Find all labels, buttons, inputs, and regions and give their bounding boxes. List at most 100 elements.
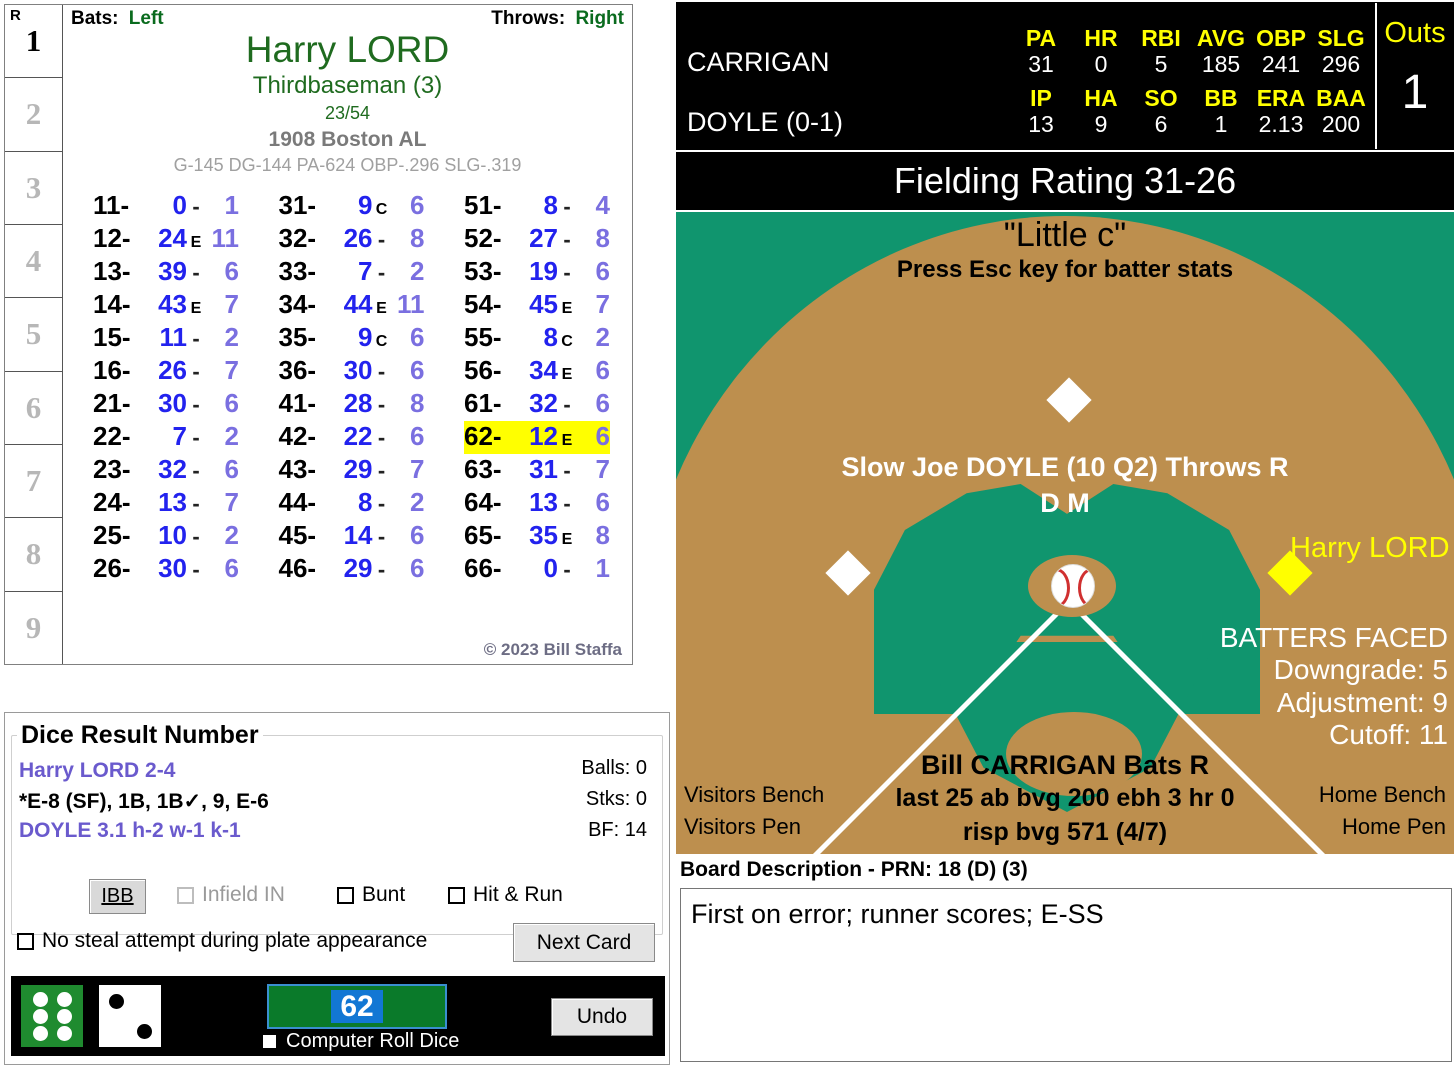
pitcher-stat-header: BB xyxy=(1204,85,1238,111)
computer-roll-checkbox[interactable]: Computer Roll Dice xyxy=(261,1030,459,1053)
dice-result-secondary: 6 xyxy=(224,255,239,286)
inning-cell-6[interactable]: 6 xyxy=(5,372,62,445)
dice-result-secondary: 11 xyxy=(211,222,240,253)
inning-cell-2[interactable]: 2 xyxy=(5,78,62,152)
dice-result-row[interactable]: 51- 8-4 xyxy=(464,190,610,223)
dice-result-panel: Dice Result Number Harry LORD 2-4 *E-8 (… xyxy=(4,712,670,1065)
dice-result-row[interactable]: 65- 35 E 8 xyxy=(464,520,610,553)
hit-and-run-checkbox[interactable]: Hit & Run xyxy=(448,883,563,907)
dice-result-row[interactable]: 34- 44 E 11 xyxy=(279,289,425,322)
dice-result-row[interactable]: 21- 30-6 xyxy=(93,388,239,421)
dice-roll-key: 24- xyxy=(93,486,131,517)
bunt-checkbox[interactable]: Bunt xyxy=(337,883,405,907)
dice-result-row[interactable]: 53- 19-6 xyxy=(464,256,610,289)
dice-result-row[interactable]: 13- 39-6 xyxy=(93,256,239,289)
dice-result-modifier: - xyxy=(563,457,571,483)
dice-result-row[interactable]: 33- 7-2 xyxy=(279,256,425,289)
board-description-box[interactable]: First on error; runner scores; E-SS xyxy=(680,888,1452,1062)
inning-number: 1 xyxy=(25,23,42,59)
batter-stat-value: 5 xyxy=(1154,51,1168,78)
undo-button[interactable]: Undo xyxy=(551,998,653,1036)
dice-result-row[interactable]: 64- 13-6 xyxy=(464,487,610,520)
dice-result-row[interactable]: 12- 24 E 11 xyxy=(93,223,239,256)
dice-result-row[interactable]: 31- 9 C 6 xyxy=(279,190,425,223)
dice-result-number: 29 xyxy=(343,453,373,484)
throws-group: Throws: Right xyxy=(491,8,624,30)
inning-cell-7[interactable]: 7 xyxy=(5,445,62,519)
dice-result-row[interactable]: 46- 29-6 xyxy=(279,553,425,586)
dice-result-row[interactable]: 41- 28-8 xyxy=(279,388,425,421)
inning-cell-4[interactable]: 4 xyxy=(5,225,62,299)
dice-result-modifier: C xyxy=(561,332,573,350)
visitors-bench-link[interactable]: Visitors Bench xyxy=(684,782,824,808)
infield-in-checkbox[interactable]: Infield IN xyxy=(177,883,285,907)
inning-number: 5 xyxy=(25,316,42,352)
dice-result-row[interactable]: 54- 45 E 7 xyxy=(464,289,610,322)
dice-result-row[interactable]: 63- 31-7 xyxy=(464,454,610,487)
dice-result-row[interactable]: 36- 30-6 xyxy=(279,355,425,388)
dice-result-number: 13 xyxy=(529,486,558,517)
dice-result-row[interactable]: 45- 14-6 xyxy=(279,520,425,553)
computer-roll-label: Computer Roll Dice xyxy=(286,1030,460,1052)
dice-result-modifier: - xyxy=(377,391,386,417)
dice-result-row[interactable]: 22- 7-2 xyxy=(93,421,239,454)
dice-roll-key: 54- xyxy=(464,288,502,319)
dice-result-row[interactable]: 42- 22-6 xyxy=(279,421,425,454)
esc-key-hint: Press Esc key for batter stats xyxy=(896,256,1234,283)
bats-value: Left xyxy=(128,8,164,29)
dice-roll-key: 64- xyxy=(464,486,502,517)
inning-cell-3[interactable]: 3 xyxy=(5,152,62,225)
dice-roll-key: 56- xyxy=(464,354,502,385)
batter-result-line: Harry LORD 2-4 xyxy=(19,759,176,782)
dice-result-number: 30 xyxy=(158,552,187,583)
home-bench-link[interactable]: Home Bench xyxy=(1319,782,1446,808)
inning-cell-5[interactable]: 5 xyxy=(5,298,62,372)
batter-stat-header: HR xyxy=(1084,25,1118,51)
dice-result-row[interactable]: 62- 12 E 6 xyxy=(464,420,610,454)
dice-result-row[interactable]: 56- 34 E 6 xyxy=(464,355,610,388)
dice-result-row[interactable]: 26- 30-6 xyxy=(93,553,239,586)
outs-label: Outs xyxy=(1384,17,1446,49)
die-pip xyxy=(32,1026,48,1042)
no-steal-checkbox[interactable]: No steal attempt during plate appearance xyxy=(17,929,427,953)
dice-result-row[interactable]: 61- 32-6 xyxy=(464,388,610,421)
dice-result-row[interactable]: 43- 29-7 xyxy=(279,454,425,487)
inning-number: 3 xyxy=(25,169,42,205)
die-one[interactable] xyxy=(21,985,83,1047)
dice-result-row[interactable]: 24- 13-7 xyxy=(93,487,239,520)
steal-controls-row: No steal attempt during plate appearance… xyxy=(5,923,669,969)
dice-result-secondary: 2 xyxy=(410,486,425,517)
inning-cell-9[interactable]: 9 xyxy=(5,592,62,664)
checkbox-icon xyxy=(448,886,465,904)
dice-result-row[interactable]: 14- 43 E 7 xyxy=(93,289,239,322)
dice-result-row[interactable]: 32- 26-8 xyxy=(279,223,425,256)
scoreboard-stats: CARRIGAN DOYLE (0-1) PA 31 HR 0 RBI 5 AVG 185 OB… xyxy=(677,3,1375,149)
dice-result-row[interactable]: 66- 0-1 xyxy=(464,553,610,586)
inning-number: 9 xyxy=(25,609,42,645)
die-two[interactable] xyxy=(99,985,161,1047)
dice-result-number: 26 xyxy=(158,354,187,385)
dice-result-row[interactable]: 35- 9 C 6 xyxy=(279,322,425,355)
inning-cell-8[interactable]: 8 xyxy=(5,518,62,592)
dice-result-row[interactable]: 16- 26-7 xyxy=(93,355,239,388)
dice-result-row[interactable]: 44- 8-2 xyxy=(279,487,425,520)
checkbox-icon xyxy=(177,886,194,904)
dice-result-row[interactable]: 11- 0-1 xyxy=(93,190,239,223)
dice-result-number: 43 xyxy=(158,288,187,319)
visitors-pen-link[interactable]: Visitors Pen xyxy=(684,814,801,840)
baseball-field[interactable]: "Little c" Press Esc key for batter stat… xyxy=(676,212,1454,854)
bunt-label: Bunt xyxy=(362,883,406,906)
dice-result-row[interactable]: 55- 8 C 2 xyxy=(464,322,610,355)
dice-result-modifier: - xyxy=(192,523,200,549)
dice-result-secondary: 8 xyxy=(410,387,425,418)
dice-result-row[interactable]: 25- 10-2 xyxy=(93,520,239,553)
dice-result-row[interactable]: 52- 27-8 xyxy=(464,223,610,256)
ibb-button[interactable]: IBB xyxy=(89,879,146,914)
dice-result-row[interactable]: 23- 32-6 xyxy=(93,454,239,487)
home-pen-link[interactable]: Home Pen xyxy=(1342,814,1446,840)
dice-result-secondary: 6 xyxy=(595,420,610,451)
inning-cell-1[interactable]: R 1 xyxy=(5,5,62,79)
next-card-button[interactable]: Next Card xyxy=(513,923,655,962)
dice-result-row[interactable]: 15- 11-2 xyxy=(93,322,239,355)
die-pip xyxy=(109,994,125,1010)
